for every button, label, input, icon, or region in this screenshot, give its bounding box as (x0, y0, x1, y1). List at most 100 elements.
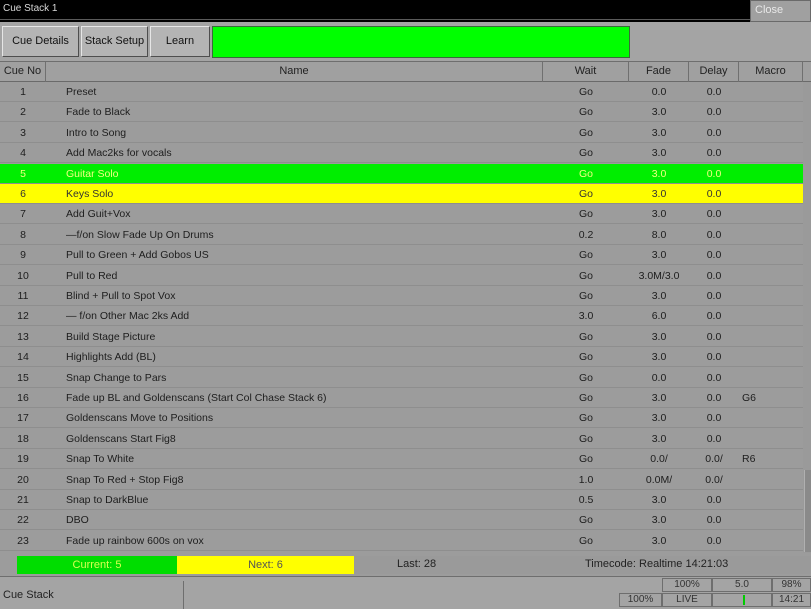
table-row[interactable]: 16 Fade up BL and Goldenscans (Start Col … (0, 388, 803, 408)
cue-wait-cell: Go (578, 106, 593, 119)
cue-delay-cell: 0.0 (706, 432, 722, 445)
table-row[interactable]: 1 Preset Go 0.0 0.0 (0, 82, 803, 102)
table-row[interactable]: 18 Goldenscans Start Fig8 Go 3.0 0.0 (0, 429, 803, 449)
cue-name-cell: — f/on Other Mac 2ks Add (66, 310, 190, 323)
table-row[interactable]: 21 Snap to DarkBlue 0.5 3.0 0.0 (0, 490, 803, 510)
cue-name-cell: Snap Change to Pars (66, 371, 167, 384)
cue-number-cell: 18 (17, 432, 29, 445)
table-row[interactable]: 5 Guitar Solo Go 3.0 0.0 (0, 163, 803, 184)
cue-fade-cell: 0.0 (651, 86, 667, 98)
cue-wait-cell: 3.0 (578, 310, 594, 323)
cue-delay-cell: 0.0/ (705, 473, 723, 486)
cue-delay-cell: 0.0 (706, 371, 722, 384)
cue-name-cell: Pull to Red (66, 269, 118, 282)
cue-delay-cell: 0.0 (706, 147, 722, 160)
cue-delay-cell: 0.0 (706, 310, 722, 323)
cue-name-cell: Intro to Song (66, 126, 127, 139)
percent-bottom-readout: 100% (619, 593, 662, 607)
live-mode-indicator[interactable]: LIVE (662, 593, 712, 607)
cue-wait-cell: 0.5 (578, 494, 594, 506)
table-row[interactable]: 11 Blind + Pull to Spot Vox Go 3.0 0.0 (0, 286, 803, 306)
table-row[interactable]: 7 Add Guit+Vox Go 3.0 0.0 (0, 204, 803, 225)
table-row[interactable]: 20 Snap To Red + Stop Fig8 1.0 0.0M/0.0/ (0, 470, 803, 490)
table-row[interactable]: 14 Highlights Add (BL) Go 3.0 0.0 (0, 347, 803, 368)
cue-number-cell: 3 (20, 126, 26, 139)
cue-fade-cell: 6.0 (651, 310, 667, 323)
table-row[interactable]: 4 Add Mac2ks for vocals Go 3.0 0.0 (0, 143, 803, 164)
cue-wait-cell: Go (578, 249, 593, 262)
cue-delay-cell: 0.0 (706, 290, 722, 302)
next-cue-indicator: Next: 6 (177, 556, 354, 574)
cue-details-button[interactable]: Cue Details (2, 26, 79, 57)
table-row[interactable]: 10 Pull to Red Go 3.0M/3.0 0.0 (0, 266, 803, 286)
column-fade[interactable]: Fade (629, 62, 689, 82)
column-wait[interactable]: Wait (543, 62, 629, 82)
table-row[interactable]: 8 —f/on Slow Fade Up On Drums 0.2 8.0 0.0 (0, 225, 803, 245)
cue-name-cell: Add Mac2ks for vocals (66, 147, 172, 160)
current-cue-indicator: Current: 5 (17, 556, 177, 574)
table-row[interactable]: 6 Keys Solo Go 3.0 0.0 (0, 184, 803, 204)
cue-name-cell: Preset (66, 86, 97, 98)
cue-number-cell: 1 (20, 86, 26, 98)
table-row[interactable]: 12 — f/on Other Mac 2ks Add 3.0 6.0 0.0 (0, 306, 803, 327)
fader-level-bar (743, 595, 745, 605)
table-row[interactable]: 23 Fade up rainbow 600s on vox Go 3.0 0.0 (0, 531, 803, 551)
cue-wait-cell: Go (578, 371, 593, 384)
cue-name-cell: —f/on Slow Fade Up On Drums (66, 228, 214, 241)
column-delay[interactable]: Delay (689, 62, 739, 82)
cue-list: 1 Preset Go 0.0 0.0 2 Fade to Black Go 3.0 0.0 3 In… (0, 82, 803, 553)
cue-name-cell: Fade up BL and Goldenscans (Start Col Ch… (66, 392, 327, 404)
cue-fade-cell: 3.0 (651, 147, 667, 160)
cue-wait-cell: Go (578, 514, 593, 527)
column-macro[interactable]: Macro (739, 62, 803, 82)
stack-setup-button[interactable]: Stack Setup (81, 26, 148, 57)
title-bar-divider (0, 19, 811, 20)
cue-number-cell: 4 (20, 147, 26, 160)
table-row[interactable]: 9 Pull to Green + Add Gobos US Go 3.0 0.0 (0, 245, 803, 266)
title-bar: Cue Stack 1 Close (0, 0, 811, 22)
cue-delay-cell: 0.0 (706, 330, 722, 343)
cue-number-cell: 2 (20, 106, 26, 119)
table-row[interactable]: 22 DBO Go 3.0 0.0 (0, 510, 803, 531)
cue-name-cell: Keys Solo (66, 188, 114, 200)
cue-delay-cell: 0.0 (706, 228, 722, 241)
cue-wait-cell: Go (578, 86, 593, 98)
cue-number-cell: 17 (17, 412, 29, 425)
cue-fade-cell: 3.0 (651, 432, 667, 445)
table-row[interactable]: 19 Snap To White Go 0.0/0.0/R6 (0, 449, 803, 470)
cue-macro-cell: R6 (742, 453, 756, 466)
percent-top-readout: 100% (662, 578, 712, 592)
cue-fade-cell: 3.0 (651, 494, 667, 506)
cue-fade-cell: 3.0 (651, 351, 667, 364)
cue-number-cell: 13 (17, 330, 29, 343)
cue-number-cell: 21 (17, 494, 29, 506)
vertical-scrollbar[interactable] (803, 82, 811, 553)
learn-button[interactable]: Learn (150, 26, 210, 57)
cue-fade-cell: 3.0 (651, 330, 667, 343)
cue-wait-cell: 1.0 (578, 473, 594, 486)
table-row[interactable]: 3 Intro to Song Go 3.0 0.0 (0, 123, 803, 143)
table-row[interactable]: 17 Goldenscans Move to Positions Go 3.0 0.0 (0, 408, 803, 429)
column-cue-no[interactable]: Cue No (0, 62, 46, 82)
close-button[interactable]: Close (750, 0, 811, 22)
cue-fade-cell: 3.0 (651, 208, 667, 221)
cue-name-cell: DBO (66, 514, 89, 527)
cue-delay-cell: 0.0 (706, 412, 722, 425)
cue-fade-cell: 3.0 (651, 249, 667, 262)
playback-status-strip (212, 26, 630, 58)
cue-delay-cell: 0.0 (706, 249, 722, 262)
cue-number-cell: 12 (17, 310, 29, 323)
cue-wait-cell: Go (578, 412, 593, 425)
column-name[interactable]: Name (46, 62, 543, 82)
cue-name-cell: Goldenscans Move to Positions (66, 412, 214, 425)
table-row[interactable]: 13 Build Stage Picture Go 3.0 0.0 (0, 327, 803, 347)
table-row[interactable]: 2 Fade to Black Go 3.0 0.0 (0, 102, 803, 123)
table-row[interactable]: 15 Snap Change to Pars Go 0.0 0.0 (0, 368, 803, 388)
cue-number-cell: 19 (17, 453, 29, 466)
last-cue-indicator: Last: 28 (397, 558, 437, 570)
cue-fade-cell: 3.0 (651, 106, 667, 119)
cue-number-cell: 14 (17, 351, 29, 364)
scrollbar-thumb[interactable] (804, 470, 811, 552)
cue-fade-cell: 8.0 (651, 228, 667, 241)
cue-wait-cell: Go (578, 330, 593, 343)
